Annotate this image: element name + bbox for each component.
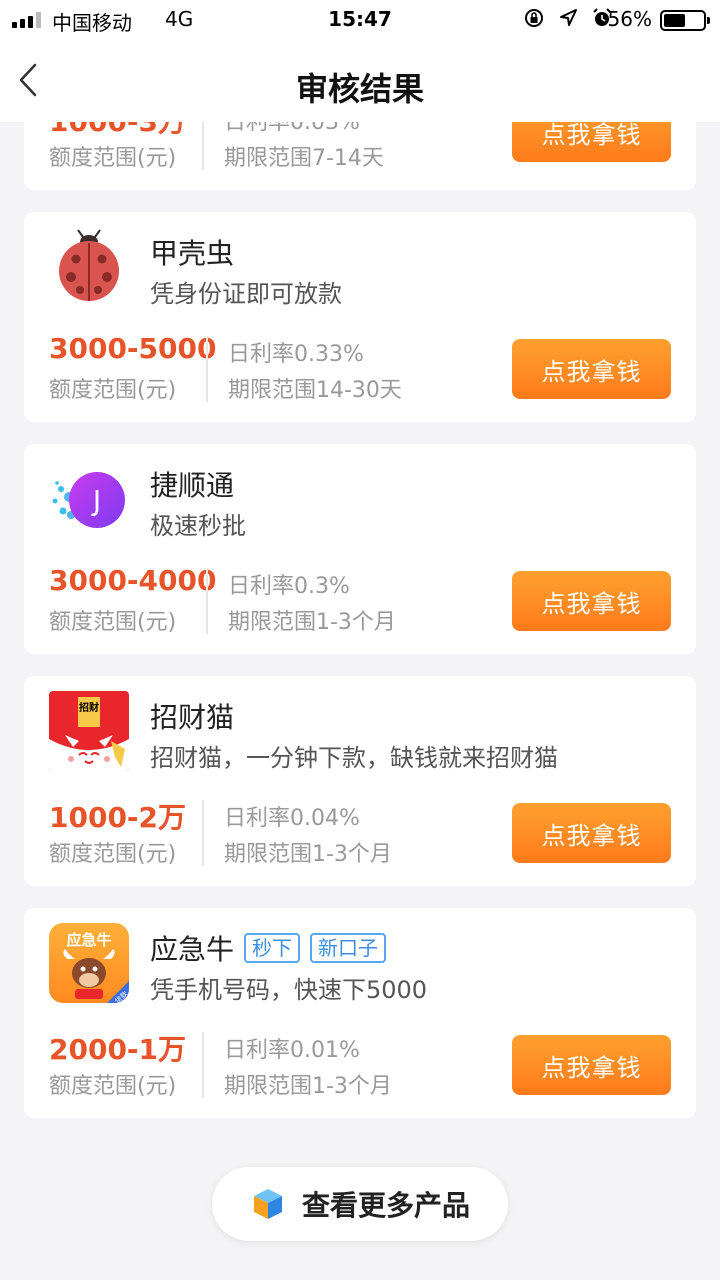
loan-amount: 2000-1万 xyxy=(49,1033,187,1066)
battery-percent: 56% xyxy=(607,7,652,31)
amount-label: 额度范围(元) xyxy=(49,378,177,403)
tag-badge: 新口子 xyxy=(310,933,387,963)
product-name: 捷顺通 xyxy=(150,469,235,502)
product-list[interactable]: 1000-3万 额度范围(元) 日利率0.03% 期限范围7-14天 点我拿钱 … xyxy=(0,122,720,1280)
product-card[interactable]: 招财 招财猫 招财猫，一分钟下款，缺钱就来招财猫 1000-2万 额度范围(元)… xyxy=(24,676,696,886)
loan-amount: 3000-5000 xyxy=(49,332,217,365)
view-more-button[interactable]: 查看更多产品 xyxy=(212,1167,508,1241)
product-card: 1000-3万 额度范围(元) 日利率0.03% 期限范围7-14天 点我拿钱 xyxy=(24,122,696,190)
product-name: 招财猫 xyxy=(150,701,235,734)
loan-amount: 1000-2万 xyxy=(49,801,187,834)
logo-letter: J xyxy=(91,484,101,517)
cube-icon xyxy=(253,1189,282,1219)
term-range: 期限范围1-3个月 xyxy=(224,842,392,867)
term-range: 期限范围1-3个月 xyxy=(224,1074,392,1099)
daily-rate: 日利率0.33% xyxy=(228,342,364,367)
daily-rate: 日利率0.3% xyxy=(228,574,350,599)
term-range: 期限范围1-3个月 xyxy=(228,610,396,635)
product-card[interactable]: 应急牛 贷款 应急牛 秒下 新口子 凭手机号码，快速下5000 2000-1万 … xyxy=(24,908,696,1118)
amount-label: 额度范围(元) xyxy=(49,842,177,867)
rotation-lock-icon xyxy=(525,9,543,27)
page-title: 审核结果 xyxy=(295,70,424,108)
get-money-button[interactable]: 点我拿钱 xyxy=(512,122,671,162)
product-desc: 凭身份证即可放款 xyxy=(150,280,342,308)
product-desc: 招财猫，一分钟下款，缺钱就来招财猫 xyxy=(150,744,558,772)
lucky-cat-icon: 招财 xyxy=(49,691,129,771)
location-icon xyxy=(560,9,577,26)
product-desc: 凭手机号码，快速下5000 xyxy=(150,976,428,1004)
logo-text: 招财 xyxy=(79,701,99,714)
logo-text: 应急牛 xyxy=(66,931,111,949)
daily-rate: 日利率0.03% xyxy=(224,122,360,135)
battery-fill xyxy=(664,14,686,27)
product-card[interactable]: 甲壳虫 凭身份证即可放款 3000-5000 额度范围(元) 日利率0.33% … xyxy=(24,212,696,422)
product-name: 甲壳虫 xyxy=(150,237,235,270)
nav-bar: 审核结果 xyxy=(0,40,720,122)
product-desc: 极速秒批 xyxy=(150,512,246,540)
battery-icon xyxy=(660,10,710,31)
term-range: 期限范围14-30天 xyxy=(228,378,402,403)
product-name: 应急牛 xyxy=(150,933,235,966)
letter-j-icon: J xyxy=(49,459,129,539)
term-range: 期限范围7-14天 xyxy=(224,146,384,171)
amount-label: 额度范围(元) xyxy=(49,610,177,635)
ladybug-icon xyxy=(49,227,129,307)
get-money-button[interactable]: 点我拿钱 xyxy=(512,339,671,399)
amount-label: 额度范围(元) xyxy=(49,146,177,171)
bull-icon: 应急牛 贷款 xyxy=(49,923,129,1003)
daily-rate: 日利率0.01% xyxy=(224,1038,360,1063)
loan-amount: 3000-4000 xyxy=(49,564,217,597)
tag-badge: 秒下 xyxy=(244,933,301,963)
get-money-button[interactable]: 点我拿钱 xyxy=(512,803,671,863)
get-money-button[interactable]: 点我拿钱 xyxy=(512,1035,671,1095)
loan-amount: 1000-3万 xyxy=(49,122,186,140)
status-bar: 中国移动 4G 15:47 56% xyxy=(0,0,720,40)
amount-label: 额度范围(元) xyxy=(49,1074,177,1099)
product-card[interactable]: J 捷顺通 极速秒批 3000-4000 额度范围(元) 日利率0.3% 期限范… xyxy=(24,444,696,654)
get-money-button[interactable]: 点我拿钱 xyxy=(512,571,671,631)
view-more-label: 查看更多产品 xyxy=(301,1190,470,1221)
daily-rate: 日利率0.04% xyxy=(224,806,360,831)
